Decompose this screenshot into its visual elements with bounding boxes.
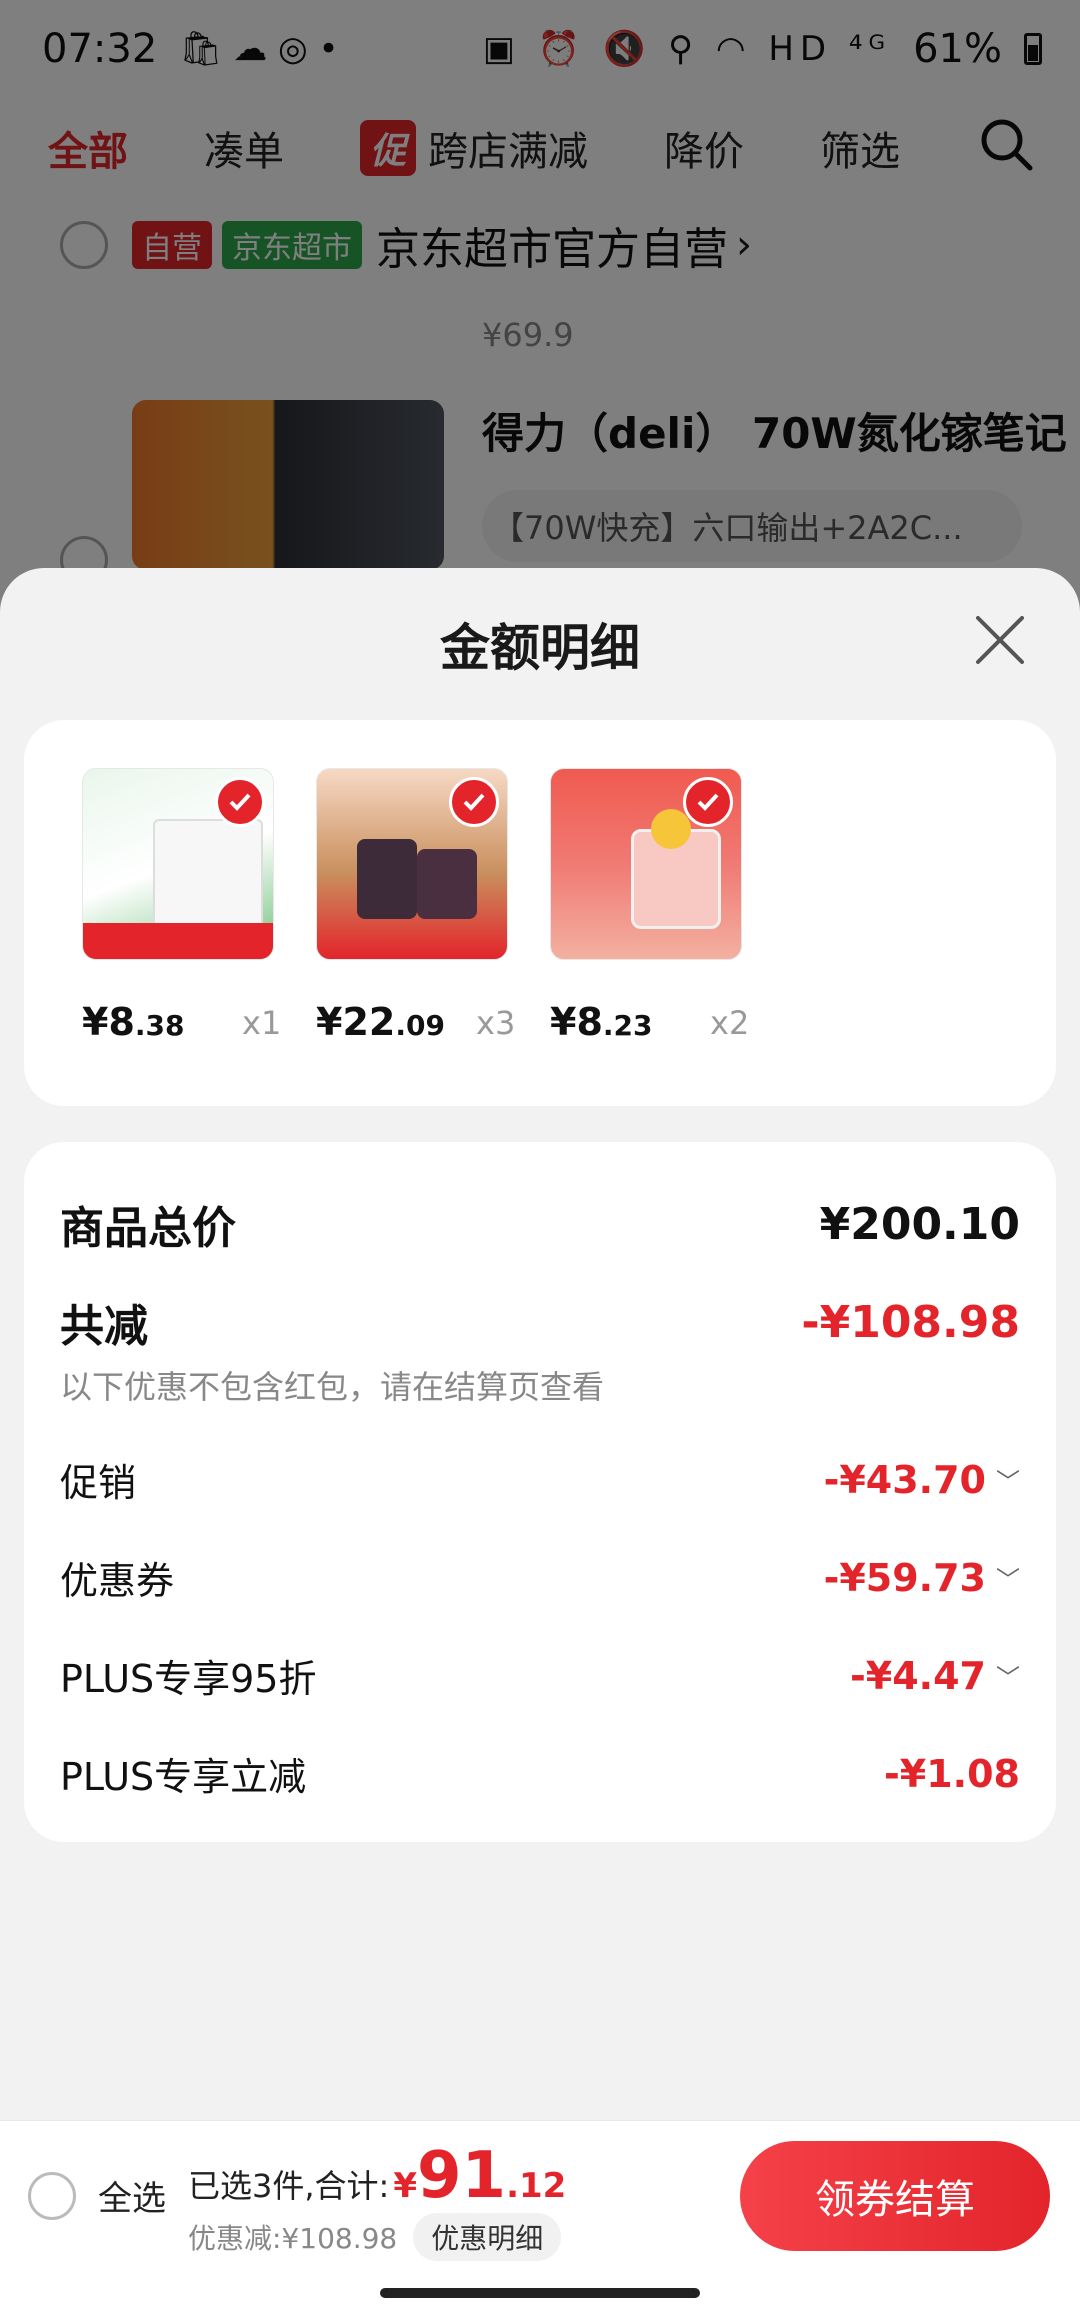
plus-discount-value-wrap: -¥4.47 ﹀ [850,1654,1020,1698]
promotion-value-wrap: -¥43.70 ﹀ [824,1458,1020,1502]
item-thumbnail [550,768,742,960]
goods-total-value: ¥200.10 [819,1198,1020,1250]
item-price-dec: .09 [395,1009,445,1042]
total-amount-dec: .12 [506,2166,567,2206]
item-price-dec: .23 [602,1009,653,1042]
coupon-value-wrap: -¥59.73 ﹀ [824,1556,1020,1600]
item-price-dec: .38 [134,1009,185,1042]
item-price: ¥8.23 [550,1000,653,1044]
checkout-button[interactable]: 领券结算 [740,2141,1050,2251]
checkmark-icon [683,777,733,827]
goods-total-row: 商品总价 ¥200.10 [60,1192,1020,1256]
promotion-row[interactable]: 促销 -¥43.70 ﹀ [60,1452,1020,1507]
total-amount-int: 91 [417,2139,507,2213]
selected-item[interactable]: ¥22.09 x3 [316,768,516,1058]
discount-amount: 优惠减:¥108.98 [188,2222,398,2255]
amount-detail-sheet: 金额明细 ¥8.38 x1 ¥22.09 x3 ¥8.23 x2 商品总价 ¥2… [0,568,1080,2258]
chevron-down-icon: ﹀ [996,1664,1020,1692]
select-all-radio[interactable] [28,2171,76,2220]
item-thumbnail [316,768,508,960]
plus-discount-row[interactable]: PLUS专享95折 -¥4.47 ﹀ [60,1648,1020,1703]
select-all[interactable]: 全选 [28,2171,166,2220]
chevron-down-icon: ﹀ [996,1566,1020,1594]
discount-line: 优惠减:¥108.98 优惠明细 [188,2213,562,2261]
price-summary-card: 商品总价 ¥200.10 共减 -¥108.98 以下优惠不包含红包，请在结算页… [24,1142,1056,1842]
item-price-int: ¥22 [316,1000,396,1044]
plus-instant-value: -¥1.08 [884,1751,1020,1796]
item-quantity: x1 [242,1004,282,1042]
checkout-bar: 全选 已选3件,合计: ¥ 91 .12 优惠减:¥108.98 优惠明细 领券… [0,2120,1080,2268]
selected-items-card: ¥8.38 x1 ¥22.09 x3 ¥8.23 x2 [24,720,1056,1106]
checkmark-icon [215,777,265,827]
total-line: 已选3件,合计: ¥ 91 .12 [188,2139,566,2213]
promotion-value: -¥43.70 [823,1457,986,1502]
selected-count-text: 已选3件,合计: [188,2167,390,2205]
item-price: ¥22.09 [316,1000,445,1044]
item-quantity: x3 [476,1004,516,1042]
item-thumbnail [82,768,274,960]
checkmark-icon [449,777,499,827]
item-price: ¥8.38 [82,1000,185,1044]
total-reduce-label: 共减 [60,1301,148,1352]
total-reduce-row: 共减 -¥108.98 [60,1290,1020,1354]
item-price-int: ¥8 [82,1000,135,1044]
sheet-title: 金额明细 [440,619,640,677]
item-quantity: x2 [710,1004,750,1042]
coupon-value: -¥59.73 [823,1555,986,1600]
total-currency: ¥ [393,2166,417,2206]
discount-detail-button[interactable]: 优惠明细 [413,2213,562,2261]
plus-discount-label: PLUS专享95折 [60,1657,317,1701]
plus-instant-row: PLUS专享立减 -¥1.08 [60,1746,1020,1801]
discount-note: 以下优惠不包含红包，请在结算页查看 [60,1368,605,1406]
close-icon[interactable] [972,612,1028,668]
promotion-label: 促销 [60,1461,137,1505]
home-indicator[interactable] [380,2288,700,2298]
selected-item[interactable]: ¥8.38 x1 [82,768,282,1058]
total-reduce-value: -¥108.98 [801,1296,1020,1348]
item-price-int: ¥8 [550,1000,603,1044]
plus-instant-label: PLUS专享立减 [60,1755,307,1799]
selected-item[interactable]: ¥8.23 x2 [550,768,750,1058]
coupon-label: 优惠券 [60,1559,175,1603]
plus-discount-value: -¥4.47 [850,1653,986,1698]
chevron-down-icon: ﹀ [996,1468,1020,1496]
select-all-label: 全选 [98,2179,166,2219]
goods-total-label: 商品总价 [60,1203,236,1254]
coupon-row[interactable]: 优惠券 -¥59.73 ﹀ [60,1550,1020,1605]
